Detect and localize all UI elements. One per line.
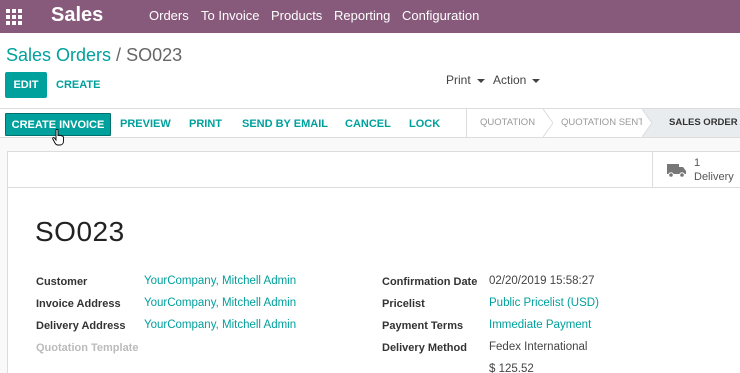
menu-products[interactable]: Products <box>271 8 322 23</box>
edit-button[interactable]: EDIT <box>5 72 47 98</box>
app-brand[interactable]: Sales <box>51 4 103 27</box>
stage-separator-icon <box>642 109 652 137</box>
menu-reporting[interactable]: Reporting <box>334 8 390 23</box>
delivery-address-label: Delivery Address <box>36 320 126 332</box>
stage-pipeline: QUOTATION QUOTATION SENT SALES ORDER <box>466 109 740 137</box>
apps-grid-icon[interactable] <box>6 9 22 25</box>
menu-orders[interactable]: Orders <box>149 8 189 23</box>
delivery-count: 1 <box>694 157 701 169</box>
menu-configuration[interactable]: Configuration <box>402 8 479 23</box>
customer-link[interactable]: YourCompany, Mitchell Admin <box>144 275 296 287</box>
print-dropdown[interactable]: Print <box>446 73 485 87</box>
pricelist-label: Pricelist <box>382 298 425 310</box>
stage-sales-order[interactable]: SALES ORDER <box>642 109 740 137</box>
confirmation-date-value: 02/20/2019 15:58:27 <box>489 275 595 287</box>
caret-down-icon <box>532 78 541 83</box>
menu-to-invoice[interactable]: To Invoice <box>201 8 260 23</box>
print-button[interactable]: PRINT <box>189 114 222 134</box>
truck-icon <box>667 164 686 178</box>
payment-terms-link[interactable]: Immediate Payment <box>489 319 591 331</box>
delivery-address-link[interactable]: YourCompany, Mitchell Admin <box>144 319 296 331</box>
order-title: SO023 <box>35 216 125 247</box>
stage-quotation[interactable]: QUOTATION <box>480 109 535 137</box>
delivery-method-label: Delivery Method <box>382 342 467 354</box>
action-dropdown-label: Action <box>493 73 527 87</box>
stage-quotation-sent[interactable]: QUOTATION SENT <box>561 109 644 137</box>
pricelist-link[interactable]: Public Pricelist (USD) <box>489 297 599 309</box>
preview-button[interactable]: PREVIEW <box>120 114 171 134</box>
delivery-price-value: $ 125.52 <box>489 363 534 373</box>
payment-terms-label: Payment Terms <box>382 320 464 332</box>
invoice-address-link[interactable]: YourCompany, Mitchell Admin <box>144 297 296 309</box>
delivery-label: Delivery <box>694 171 734 183</box>
caret-down-icon <box>476 78 485 83</box>
confirmation-date-label: Confirmation Date <box>382 276 478 288</box>
delivery-smart-button[interactable]: 1 Delivery <box>652 152 740 188</box>
hand-cursor-icon <box>52 129 64 146</box>
print-dropdown-label: Print <box>446 73 471 87</box>
send-by-email-button[interactable]: SEND BY EMAIL <box>242 114 328 134</box>
lock-button[interactable]: LOCK <box>409 114 440 134</box>
delivery-method-value: Fedex International <box>489 341 588 353</box>
breadcrumb-separator: / <box>116 45 122 65</box>
invoice-address-label: Invoice Address <box>36 298 121 310</box>
quotation-template-label: Quotation Template <box>36 342 139 354</box>
form-statusbar: CREATE INVOICE PREVIEW PRINT SEND BY EMA… <box>0 108 740 138</box>
stage-separator-icon <box>543 109 553 137</box>
cancel-button[interactable]: CANCEL <box>345 114 391 134</box>
form-sheet: 1 Delivery SO023 Customer YourCompany, M… <box>7 151 740 373</box>
smart-button-box: 1 Delivery <box>8 152 740 188</box>
create-button[interactable]: CREATE <box>56 72 100 98</box>
breadcrumb-parent-link[interactable]: Sales Orders <box>6 45 111 65</box>
customer-label: Customer <box>36 276 88 288</box>
breadcrumb: Sales Orders / SO023 <box>6 45 182 66</box>
action-dropdown[interactable]: Action <box>493 73 541 87</box>
control-panel: Sales Orders / SO023 EDIT CREATE Print Act… <box>0 33 740 108</box>
top-navbar: Sales Orders To Invoice Products Reporti… <box>0 0 740 33</box>
breadcrumb-current: SO023 <box>126 45 183 65</box>
